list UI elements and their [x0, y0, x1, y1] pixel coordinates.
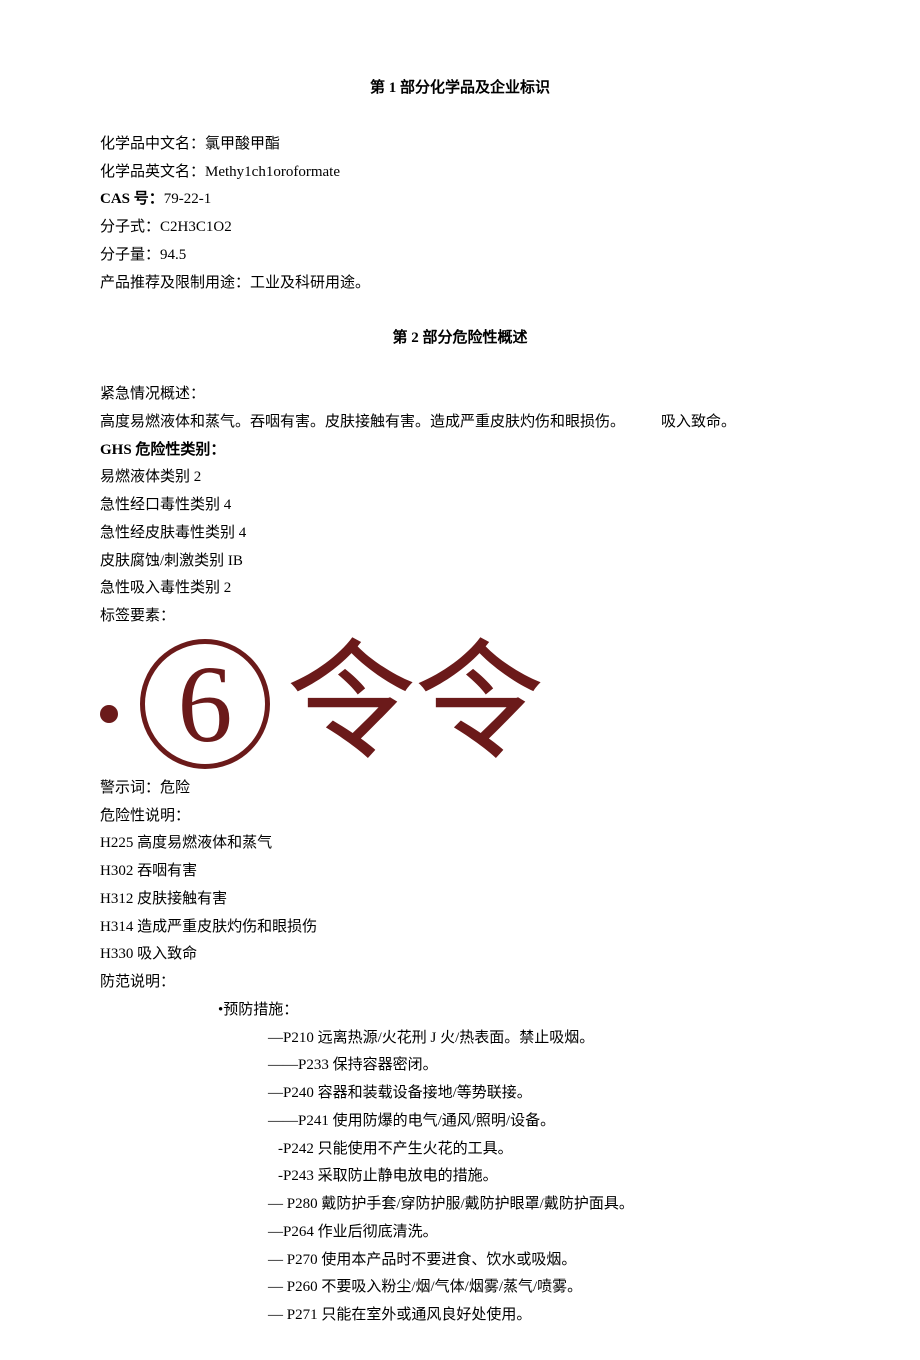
formula-line: 分子式：C2H3C1O2 — [100, 214, 820, 242]
name-en-value: Methy1ch1oroformate — [205, 164, 340, 180]
precaution-prefix: — — [268, 1224, 283, 1240]
precaution-prefix: —— — [268, 1113, 298, 1129]
precaution-text: P242 只能使用不产生火花的工具。 — [283, 1141, 513, 1157]
hazard-label: 危险性说明： — [100, 803, 820, 831]
emergency-extra: 吸入致命。 — [661, 409, 736, 437]
name-en-label: 化学品英文名： — [100, 164, 205, 180]
precaution-item: —P264 作业后彻底清洗。 — [100, 1219, 820, 1247]
precaution-text: P280 戴防护手套/穿防护服/戴防护眼罩/戴防护面具。 — [287, 1196, 634, 1212]
name-cn-label: 化学品中文名： — [100, 136, 205, 152]
signal-label: 警示词： — [100, 780, 160, 796]
name-cn-line: 化学品中文名：氯甲酸甲酯 — [100, 131, 820, 159]
hazard-statement: H314 造成严重皮肤灼伤和眼损伤 — [100, 914, 820, 942]
emergency-label: 紧急情况概述： — [100, 381, 820, 409]
precaution-prefix: — — [268, 1030, 283, 1046]
hazard-statement: H330 吸入致命 — [100, 941, 820, 969]
precaution-prefix: — — [268, 1307, 287, 1323]
precaution-prefix: — — [268, 1085, 283, 1101]
hazard-statement: H225 高度易燃液体和蒸气 — [100, 830, 820, 858]
mw-label: 分子量： — [100, 247, 160, 263]
precaution-prefix: —— — [268, 1057, 298, 1073]
precaution-item: — P260 不要吸入粉尘/烟/气体/烟雾/蒸气/喷雾。 — [100, 1274, 820, 1302]
use-value: 工业及科研用途。 — [250, 275, 370, 291]
hazard-statement: H312 皮肤接触有害 — [100, 886, 820, 914]
precaution-item: —P240 容器和装载设备接地/等势联接。 — [100, 1080, 820, 1108]
precaution-text: P210 远离热源/火花刑 J 火/热表面。禁止吸烟。 — [283, 1030, 594, 1046]
prevention-label: •预防措施： — [100, 997, 820, 1025]
mw-value: 94.5 — [160, 247, 186, 263]
ghs-item: 易燃液体类别 2 — [100, 464, 820, 492]
section-1-title: 第 1 部分化学品及企业标识 — [100, 75, 820, 103]
ghs-item: 急性经皮肤毒性类别 4 — [100, 520, 820, 548]
precaution-text: P233 保持容器密闭。 — [298, 1057, 438, 1073]
ghs-item: 急性吸入毒性类别 2 — [100, 575, 820, 603]
label-elements: 标签要素： — [100, 603, 820, 631]
use-label: 产品推荐及限制用途： — [100, 275, 250, 291]
cas-label: CAS 号： — [100, 191, 164, 207]
precaution-item: —P210 远离热源/火花刑 J 火/热表面。禁止吸烟。 — [100, 1025, 820, 1053]
precaution-item: — P271 只能在室外或通风良好处使用。 — [100, 1302, 820, 1330]
cas-value: 79-22-1 — [164, 191, 212, 207]
formula-label: 分子式： — [100, 219, 160, 235]
precaution-text: P271 只能在室外或通风良好处使用。 — [287, 1307, 532, 1323]
emergency-text: 高度易燃液体和蒸气。吞咽有害。皮肤接触有害。造成严重皮肤灼伤和眼损伤。 — [100, 414, 625, 430]
mw-line: 分子量：94.5 — [100, 242, 820, 270]
precaution-prefix: — — [268, 1279, 287, 1295]
section-2-title: 第 2 部分危险性概述 — [100, 325, 820, 353]
precaution-item: — P270 使用本产品时不要进食、饮水或吸烟。 — [100, 1247, 820, 1275]
precaution-item: -P243 采取防止静电放电的措施。 — [100, 1163, 820, 1191]
ling-char-2: 令 — [414, 639, 542, 769]
dot-icon — [100, 705, 118, 723]
precaution-prefix: — — [268, 1252, 287, 1268]
ghs-item: 皮肤腐蚀/刺激类别 IB — [100, 548, 820, 576]
precaution-item: ——P233 保持容器密闭。 — [100, 1052, 820, 1080]
precaution-text: P240 容器和装载设备接地/等势联接。 — [283, 1085, 532, 1101]
precaution-text: P264 作业后彻底清洗。 — [283, 1224, 438, 1240]
precaution-item: — P280 戴防护手套/穿防护服/戴防护眼罩/戴防护面具。 — [100, 1191, 820, 1219]
precaution-item: ——P241 使用防爆的电气/通风/照明/设备。 — [100, 1108, 820, 1136]
pictogram-row: 6 令 令 — [100, 639, 820, 769]
precaution-text: P241 使用防爆的电气/通风/照明/设备。 — [298, 1113, 555, 1129]
precaution-label: 防范说明： — [100, 969, 820, 997]
ling-char-1: 令 — [286, 639, 414, 769]
precaution-item: -P242 只能使用不产生火花的工具。 — [100, 1136, 820, 1164]
name-cn-value: 氯甲酸甲酯 — [205, 136, 280, 152]
precaution-prefix: — — [268, 1196, 287, 1212]
formula-value: C2H3C1O2 — [160, 219, 232, 235]
name-en-line: 化学品英文名：Methy1ch1oroformate — [100, 159, 820, 187]
ghs-item: 急性经口毒性类别 4 — [100, 492, 820, 520]
signal-line: 警示词：危险 — [100, 775, 820, 803]
use-line: 产品推荐及限制用途：工业及科研用途。 — [100, 270, 820, 298]
signal-value: 危险 — [160, 780, 190, 796]
hazard-statement: H302 吞咽有害 — [100, 858, 820, 886]
cas-line: CAS 号：79-22-1 — [100, 186, 820, 214]
precaution-text: P270 使用本产品时不要进食、饮水或吸烟。 — [287, 1252, 577, 1268]
precaution-text: P260 不要吸入粉尘/烟/气体/烟雾/蒸气/喷雾。 — [287, 1279, 582, 1295]
ghs-label: GHS 危险性类别： — [100, 437, 820, 465]
precaution-text: P243 采取防止静电放电的措施。 — [283, 1168, 498, 1184]
circled-six-icon: 6 — [140, 639, 270, 769]
emergency-text-line: 高度易燃液体和蒸气。吞咽有害。皮肤接触有害。造成严重皮肤灼伤和眼损伤。 吸入致命。 — [100, 409, 820, 437]
